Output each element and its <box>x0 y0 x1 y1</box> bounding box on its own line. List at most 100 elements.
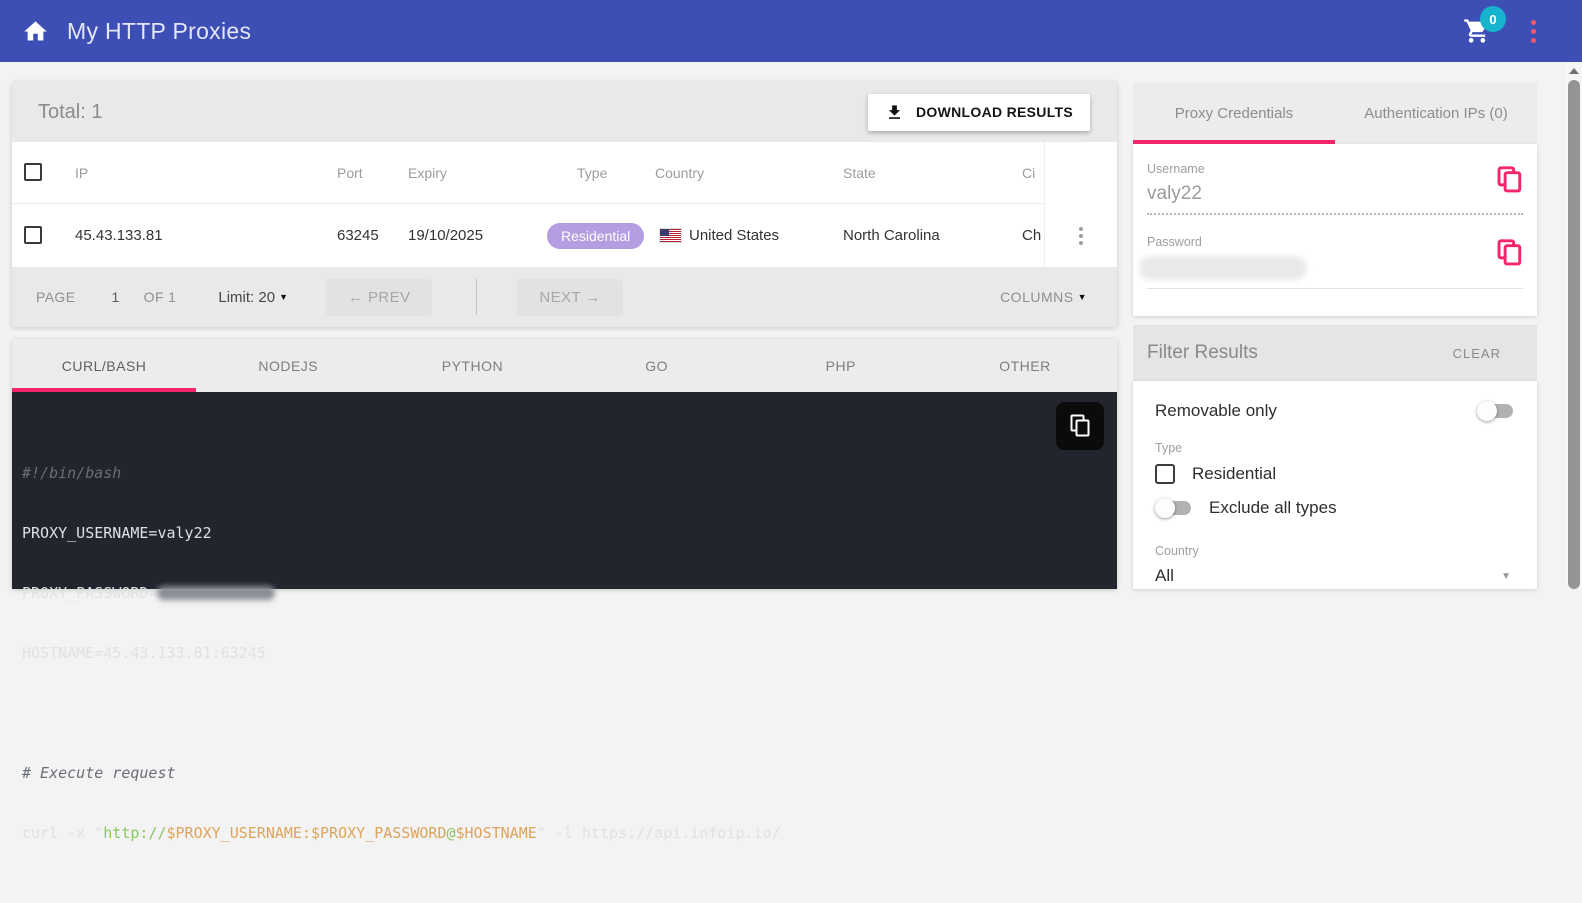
filter-results-title: Filter Results <box>1147 342 1258 364</box>
country-section-label: Country <box>1155 544 1515 558</box>
country-value: United States <box>689 227 779 244</box>
clear-filters-button[interactable]: CLEAR <box>1447 345 1507 362</box>
results-toolbar: Total: 1 DOWNLOAD RESULTS <box>12 82 1117 142</box>
password-label: Password <box>1147 235 1523 249</box>
code-password-line: PROXY_PASSWORD= <box>22 583 1117 603</box>
tab-php[interactable]: PHP <box>749 339 933 392</box>
column-header-state: State <box>843 165 1022 181</box>
code-snippet-card: CURL/BASH NODEJS PYTHON GO PHP OTHER #!/… <box>12 339 1117 589</box>
menu-dot-icon <box>1531 20 1536 25</box>
row-actions-column <box>1044 142 1117 267</box>
row-country: United States <box>655 227 843 244</box>
chevron-down-icon: ▼ <box>1501 571 1511 582</box>
columns-dropdown[interactable]: COLUMNS ▼ <box>994 288 1093 306</box>
code-shebang-line: #!/bin/bash <box>22 463 1117 483</box>
home-icon <box>22 18 49 45</box>
password-value <box>1147 256 1523 289</box>
tab-nodejs[interactable]: NODEJS <box>196 339 380 392</box>
exclude-all-types-row: Exclude all types <box>1155 498 1515 518</box>
row-state: North Carolina <box>843 227 1022 244</box>
download-results-label: DOWNLOAD RESULTS <box>916 104 1073 120</box>
code-username-line: PROXY_USERNAME=valy22 <box>22 523 1117 543</box>
tab-curl-bash[interactable]: CURL/BASH <box>12 339 196 392</box>
select-all-checkbox[interactable] <box>24 163 42 181</box>
menu-dot-icon <box>1531 29 1536 34</box>
filter-body: Removable only Type Residential Exclude … <box>1133 381 1537 589</box>
table-header-row: IP Port Expiry Type Country State Ci <box>12 142 1117 204</box>
column-header-expiry: Expiry <box>408 165 547 181</box>
residential-filter-row: Residential <box>1155 464 1515 484</box>
copy-username-button[interactable] <box>1497 166 1523 194</box>
toggle-thumb <box>1477 401 1497 421</box>
row-menu-dot-icon <box>1079 234 1083 238</box>
pagination-divider <box>476 279 477 315</box>
us-flag-icon <box>660 229 681 242</box>
filter-results-header: Filter Results CLEAR <box>1133 325 1537 381</box>
menu-dot-icon <box>1531 38 1536 43</box>
tab-python[interactable]: PYTHON <box>380 339 564 392</box>
scrollbar-up-arrow-icon[interactable] <box>1569 68 1579 74</box>
limit-dropdown[interactable]: Limit: 20 ▼ <box>212 288 294 307</box>
cart-count-badge: 0 <box>1480 6 1506 32</box>
results-card: Total: 1 DOWNLOAD RESULTS IP Port Expiry… <box>12 82 1117 327</box>
column-header-ip: IP <box>63 165 337 181</box>
residential-label: Residential <box>1192 464 1276 484</box>
username-label: Username <box>1147 162 1523 176</box>
country-select[interactable]: All ▼ <box>1155 566 1515 586</box>
chevron-down-icon: ▼ <box>1078 292 1087 302</box>
removable-only-label: Removable only <box>1155 401 1277 421</box>
page-scrollbar[interactable] <box>1566 62 1582 589</box>
limit-label: Limit: 20 <box>218 289 275 306</box>
row-port: 63245 <box>337 227 408 244</box>
redacted-password <box>1139 256 1307 280</box>
cart-button[interactable]: 0 <box>1463 16 1493 46</box>
row-menu-button[interactable] <box>1075 223 1087 249</box>
copy-password-button[interactable] <box>1497 239 1523 267</box>
row-type: Residential <box>547 223 655 249</box>
tab-other[interactable]: OTHER <box>933 339 1117 392</box>
row-checkbox[interactable] <box>24 226 42 244</box>
column-header-port: Port <box>337 165 408 181</box>
exclude-all-types-label: Exclude all types <box>1209 498 1337 518</box>
code-comment-line: # Execute request <box>22 763 1117 783</box>
next-page-button[interactable]: NEXT → <box>517 279 622 316</box>
prev-page-button[interactable]: ← PREV <box>326 279 432 316</box>
code-block: #!/bin/bash PROXY_USERNAME=valy22 PROXY_… <box>12 392 1117 589</box>
overflow-menu-button[interactable] <box>1527 16 1540 47</box>
proxy-table: IP Port Expiry Type Country State Ci 45.… <box>12 142 1117 267</box>
code-hostname-line: HOSTNAME=45.43.133.81:63245 <box>22 643 1117 663</box>
username-value: valy22 <box>1147 183 1523 215</box>
code-curl-line: curl -x "http://$PROXY_USERNAME:$PROXY_P… <box>22 823 1117 843</box>
download-results-button[interactable]: DOWNLOAD RESULTS <box>868 94 1090 131</box>
type-section-label: Type <box>1155 441 1515 455</box>
copy-icon <box>1497 166 1523 194</box>
removable-only-toggle[interactable] <box>1477 401 1515 421</box>
sidebar-tabs: Proxy Credentials Authentication IPs (0) <box>1133 82 1537 144</box>
tab-proxy-credentials[interactable]: Proxy Credentials <box>1133 82 1335 144</box>
column-header-country: Country <box>655 165 843 181</box>
scrollbar-thumb[interactable] <box>1568 80 1580 589</box>
username-field: Username valy22 <box>1147 162 1523 215</box>
columns-label: COLUMNS <box>1000 289 1074 305</box>
row-expiry: 19/10/2025 <box>408 227 547 244</box>
tab-authentication-ips[interactable]: Authentication IPs (0) <box>1335 82 1537 144</box>
table-row: 45.43.133.81 63245 19/10/2025 Residentia… <box>12 204 1117 267</box>
credentials-card: Username valy22 Password <box>1133 144 1537 316</box>
password-field: Password <box>1147 235 1523 289</box>
toggle-thumb <box>1155 498 1175 518</box>
current-page-number: 1 <box>111 289 119 305</box>
home-button[interactable] <box>20 16 50 46</box>
page-of-label: OF 1 <box>144 289 177 305</box>
type-badge: Residential <box>547 223 644 249</box>
residential-checkbox[interactable] <box>1155 464 1175 484</box>
page-title: My HTTP Proxies <box>67 18 251 45</box>
chevron-down-icon: ▼ <box>279 292 288 302</box>
exclude-all-types-toggle[interactable] <box>1155 498 1193 518</box>
redacted-password <box>157 586 275 600</box>
copy-icon <box>1497 239 1523 267</box>
copy-code-button[interactable] <box>1056 402 1104 450</box>
code-language-tabs: CURL/BASH NODEJS PYTHON GO PHP OTHER <box>12 339 1117 392</box>
tab-go[interactable]: GO <box>565 339 749 392</box>
copy-icon <box>1070 414 1091 438</box>
row-menu-dot-icon <box>1079 241 1083 245</box>
